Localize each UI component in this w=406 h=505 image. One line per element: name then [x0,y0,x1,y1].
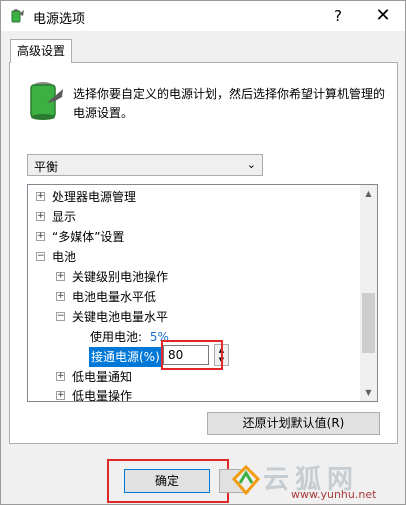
watermark-logo [232,465,260,495]
tree-scrollbar[interactable]: ▲ ▼ [360,185,377,401]
setting-plugged-in-label[interactable]: 接通电源(%) [89,347,162,367]
tree-item-label: 处理器电源管理 [52,190,137,204]
expand-icon[interactable]: + [56,292,65,301]
tree-item-label: 显示 [52,210,77,224]
help-button[interactable]: ? [323,1,353,31]
watermark-url: www.yunhu.net [291,488,377,501]
tree-item-label: 关键电池电量水平 [72,310,169,324]
power-options-icon [11,9,24,23]
collapse-icon[interactable]: − [36,252,45,261]
expand-icon[interactable]: + [36,192,45,201]
settings-tree[interactable]: + 处理器电源管理 + 显示 + “多媒体”设置 − 电池 + 关键级别电池操作… [27,184,378,402]
tree-item-label: 电池电量水平低 [72,290,157,304]
collapse-icon[interactable]: − [56,312,65,321]
restore-defaults-button[interactable]: 还原计划默认值(R) [207,412,380,435]
expand-icon[interactable]: + [56,372,65,381]
chevron-down-icon: ⌄ [246,158,256,171]
description-text: 选择你要自定义的电源计划，然后选择你希望计算机管理的电源设置。 [73,87,386,120]
scroll-down-icon[interactable]: ▼ [360,384,377,401]
expand-icon[interactable]: + [36,212,45,221]
tree-item-label: 电池 [52,250,77,264]
setting-label: 使用电池: [90,330,143,344]
scroll-thumb[interactable] [362,293,375,353]
scroll-up-icon[interactable]: ▲ [360,185,377,202]
power-plan-value: 平衡 [34,160,59,174]
expand-icon[interactable]: + [56,391,65,400]
power-plan-dropdown[interactable]: 平衡 ⌄ [27,154,263,176]
highlight-box [161,340,223,370]
ok-highlight-box [107,459,229,503]
tree-item-label: “多媒体”设置 [52,230,125,244]
setting-on-battery[interactable]: 使用电池: 5% [90,327,169,347]
expand-icon[interactable]: + [56,272,65,281]
tree-item-label: 关键级别电池操作 [72,270,169,284]
close-button[interactable]: ✕ [363,1,403,31]
tree-item-label: 低电量通知 [72,370,133,384]
title-bar: 电源选项 ? ✕ [1,1,405,31]
tree-item-label: 低电量操作 [72,389,133,402]
tab-advanced-settings[interactable]: 高级设置 [10,39,72,63]
power-options-window: 电源选项 ? ✕ 高级设置 选择你要自定义的电源计划，然后选择你希望计算机管理的… [0,0,406,505]
window-title: 电源选项 [33,12,86,27]
expand-icon[interactable]: + [36,232,45,241]
battery-icon [30,82,63,120]
